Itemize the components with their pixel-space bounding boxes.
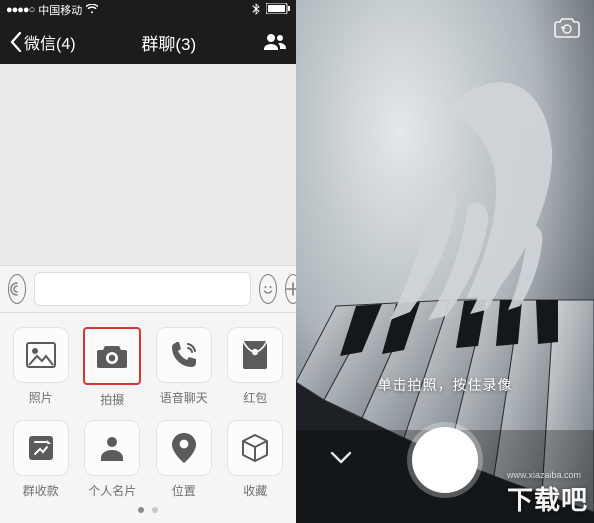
contact-card-icon: [84, 420, 140, 476]
favorites-icon: [227, 420, 283, 476]
camera-hint: 单击拍照，按住录像: [296, 375, 594, 395]
pager-dot[interactable]: [138, 507, 144, 513]
attachment-photo[interactable]: 照片: [10, 327, 72, 408]
back-label: 微信(4): [24, 30, 76, 54]
group-collect-icon: [13, 420, 69, 476]
photo-icon: [13, 327, 69, 383]
shutter-button[interactable]: [412, 427, 478, 493]
attachment-label: 收藏: [243, 482, 267, 499]
back-button[interactable]: 微信(4): [10, 30, 76, 54]
attachment-label: 红包: [243, 389, 267, 406]
attachment-label: 个人名片: [88, 482, 136, 499]
attachment-location[interactable]: 位置: [153, 420, 215, 499]
camera-screen: 单击拍照，按住录像: [296, 0, 594, 523]
carrier-label: 中国移动: [38, 2, 82, 18]
switch-camera-button[interactable]: [554, 16, 580, 43]
attachment-label: 拍摄: [100, 391, 124, 408]
message-input[interactable]: [34, 272, 251, 306]
attachment-label: 位置: [172, 482, 196, 499]
battery-icon: [266, 3, 290, 17]
red-packet-icon: [227, 327, 283, 383]
bluetooth-icon: [252, 3, 260, 18]
location-icon: [156, 420, 212, 476]
camera-icon: [83, 327, 141, 385]
attachment-label: 群收款: [23, 482, 59, 499]
emoji-button[interactable]: [259, 274, 277, 304]
camera-close-button[interactable]: [330, 451, 352, 470]
group-members-button[interactable]: [262, 32, 286, 52]
voice-call-icon: [156, 327, 212, 383]
input-toolbar: [0, 265, 296, 313]
page-title: 群聊(3): [141, 30, 196, 55]
attachment-favorites[interactable]: 收藏: [225, 420, 287, 499]
voice-input-button[interactable]: [8, 274, 26, 304]
nav-bar: 微信(4) 群聊(3): [0, 20, 296, 64]
attachments-button[interactable]: [285, 274, 296, 304]
camera-controls: [296, 427, 594, 493]
attachment-label: 照片: [29, 389, 53, 406]
wechat-chat-screen: ●●●●○ 中国移动 微信(4) 群聊(3): [0, 0, 296, 523]
attachments-panel: 照片 拍摄 语音聊天 红包群收款 个人名片 位置 收藏: [0, 313, 296, 523]
panel-pager: [10, 499, 286, 517]
attachment-contact-card[interactable]: 个人名片: [82, 420, 144, 499]
status-bar: ●●●●○ 中国移动: [0, 0, 296, 20]
wifi-icon: [86, 4, 98, 17]
attachment-voice-call[interactable]: 语音聊天: [153, 327, 215, 408]
attachment-group-collect[interactable]: 群收款: [10, 420, 72, 499]
attachment-camera[interactable]: 拍摄: [82, 327, 144, 408]
pager-dot[interactable]: [152, 507, 158, 513]
chat-messages-area[interactable]: [0, 64, 296, 265]
attachment-label: 语音聊天: [160, 389, 208, 406]
attachment-red-packet[interactable]: 红包: [225, 327, 287, 408]
signal-dots-icon: ●●●●○: [6, 4, 34, 16]
